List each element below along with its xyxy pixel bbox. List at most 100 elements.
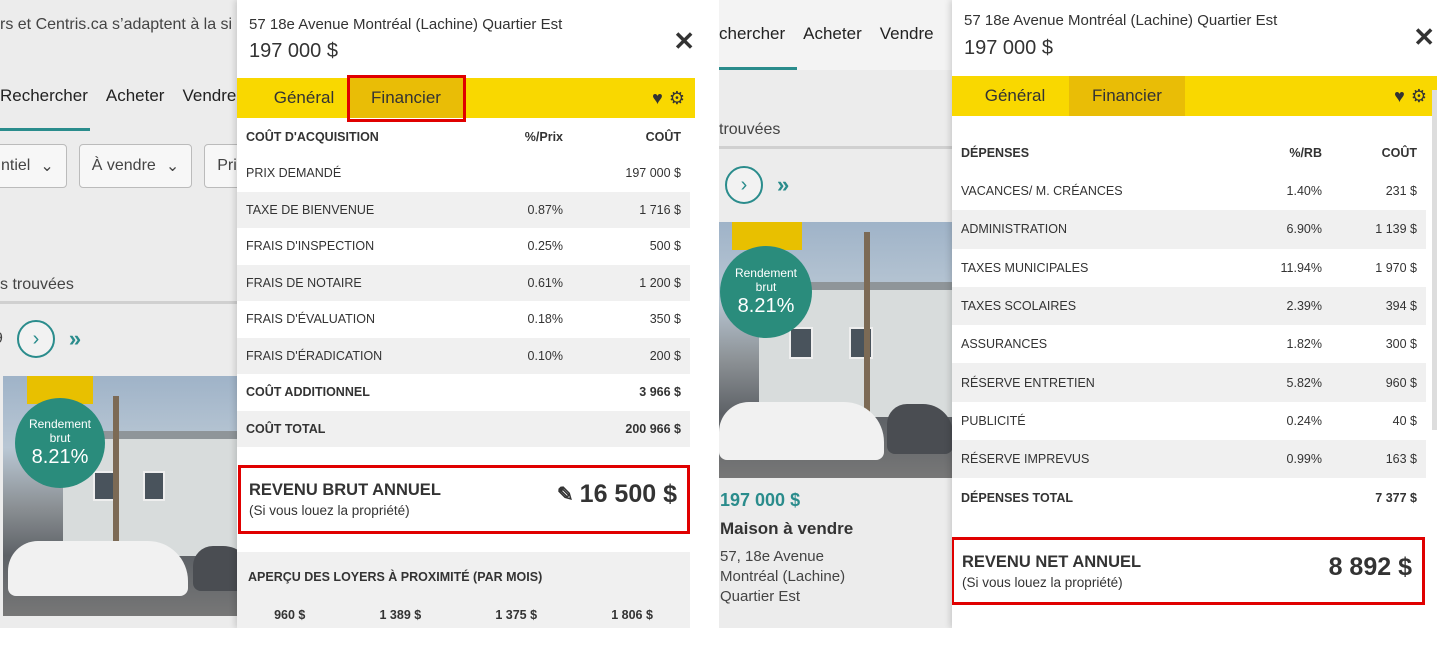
nav-active-underline (0, 128, 90, 131)
heart-icon[interactable]: ♥ (652, 88, 663, 109)
listing-photo[interactable]: Rendement brut 8.21% (3, 376, 237, 616)
pencil-icon[interactable]: ✎ (557, 482, 574, 507)
row-cost: 500 $ (649, 239, 681, 254)
nav-acheter[interactable]: Acheter (106, 86, 165, 106)
table-row: PRIX DEMANDÉ 197 000 $ (237, 155, 690, 192)
table-row: FRAIS DE NOTAIRE 0.61% 1 200 $ (237, 264, 690, 301)
rent-value: 1 389 $ (379, 608, 422, 622)
yield-badge-value: 8.21% (737, 295, 795, 317)
row-cost: 7 377 $ (1375, 490, 1417, 505)
col-header-pct: %/Prix (524, 130, 563, 144)
listing-address-line: 57, 18e Avenue (720, 548, 824, 565)
nav-acheter[interactable]: Acheter (803, 24, 862, 44)
chevron-right-icon[interactable]: › (16, 320, 55, 358)
table-row: TAXE DE BIENVENUE 0.87% 1 716 $ (237, 191, 690, 228)
panel-scrollbar[interactable] (1432, 90, 1437, 430)
col-header-cost: COÛT (1381, 146, 1417, 160)
property-price: 197 000 $ (249, 40, 338, 62)
row-cost: 960 $ (1385, 375, 1417, 390)
tab-financier[interactable]: Financier (1069, 76, 1185, 116)
pager: 9 › » (0, 320, 81, 358)
close-icon[interactable]: ✕ (1413, 22, 1435, 53)
row-pct: 0.87% (527, 202, 563, 217)
listing-card-info: 197 000 $ Maison à vendre 57, 18e Avenue… (720, 490, 853, 607)
row-pct: 1.40% (1286, 184, 1322, 199)
table-header-row: COÛT D'ACQUISITION %/Prix COÛT (237, 119, 690, 155)
row-cost: 1 200 $ (639, 275, 681, 290)
table-row-subtotal: COÛT ADDITIONNEL 3 966 $ (237, 374, 690, 411)
close-icon[interactable]: ✕ (673, 26, 695, 57)
table-row: FRAIS D'ÉRADICATION 0.10% 200 $ (237, 337, 690, 374)
row-label: VACANCES/ M. CRÉANCES (961, 184, 1123, 199)
results-divider (0, 301, 237, 304)
panel-tabbar: Général Financier ♥ ⚙ (237, 78, 695, 118)
expenses-table: DÉPENSES %/RB COÛT VACANCES/ M. CRÉANCES… (952, 134, 1426, 517)
double-chevron-right-icon[interactable]: » (777, 172, 789, 198)
tab-general[interactable]: Général (249, 78, 359, 118)
row-label: ADMINISTRATION (961, 222, 1068, 237)
nav-rechercher[interactable]: Rechercher (0, 86, 88, 106)
net-revenue-amount-group: 8 892 $ (1329, 553, 1412, 582)
pole-shape (113, 396, 119, 556)
gear-icon[interactable]: ⚙ (1411, 86, 1427, 107)
row-cost: 394 $ (1385, 299, 1417, 314)
panel-actions: ♥ ⚙ (1394, 76, 1427, 116)
main-nav: Rechercher Acheter Vendre (0, 86, 236, 106)
property-address: 57 18e Avenue Montréal (Lachine) Quartie… (964, 12, 1278, 29)
transaction-filter[interactable]: À vendre ⌄ (78, 144, 193, 188)
listing-photo[interactable]: Rendement brut 8.21% (719, 222, 952, 478)
row-cost: 197 000 $ (625, 166, 681, 181)
listing-address: 57, 18e Avenue Montréal (Lachine) Quarti… (720, 547, 853, 607)
highlight-financier-tab (347, 75, 466, 122)
property-price: 197 000 $ (964, 37, 1053, 59)
car-shape (887, 404, 952, 454)
page-number[interactable]: 9 (0, 330, 3, 348)
nav-vendre[interactable]: Vendre (182, 86, 236, 106)
table-row-total: DÉPENSES TOTAL 7 377 $ (952, 478, 1426, 516)
table-row: ASSURANCES 1.82% 300 $ (952, 325, 1426, 363)
yield-badge: Rendement brut 8.21% (15, 398, 105, 488)
col-header-label: DÉPENSES (961, 146, 1030, 160)
nearby-rents-values: 960 $ 1 389 $ 1 375 $ 1 806 $ (237, 608, 690, 622)
chevron-right-icon[interactable]: › (725, 166, 763, 204)
row-cost: 350 $ (649, 312, 681, 327)
listing-price[interactable]: 197 000 $ (720, 490, 853, 511)
col-header-cost: COÛT (645, 130, 681, 144)
heart-icon[interactable]: ♥ (1394, 86, 1405, 107)
table-row: PUBLICITÉ 0.24% 40 $ (952, 402, 1426, 440)
window-shape (93, 471, 115, 501)
net-revenue-amount: 8 892 $ (1328, 553, 1412, 581)
category-filter-label: ntiel (1, 157, 31, 174)
row-label: FRAIS D'ÉRADICATION (246, 348, 383, 363)
gross-revenue-amount-group: ✎ 16 500 $ (557, 480, 677, 509)
nearby-rents-title: APERÇU DES LOYERS À PROXIMITÉ (PAR MOIS) (248, 570, 543, 584)
row-pct: 0.18% (527, 312, 563, 327)
nav-vendre[interactable]: Vendre (880, 24, 934, 44)
table-row: TAXES SCOLAIRES 2.39% 394 $ (952, 286, 1426, 326)
table-row: FRAIS D'ÉVALUATION 0.18% 350 $ (237, 301, 690, 338)
row-label: RÉSERVE IMPREVUS (961, 452, 1090, 467)
row-label: FRAIS D'INSPECTION (246, 239, 375, 254)
nav-rechercher[interactable]: chercher (719, 24, 785, 44)
gear-icon[interactable]: ⚙ (669, 88, 685, 109)
gross-revenue-amount[interactable]: 16 500 $ (580, 480, 677, 509)
pager: › » (725, 166, 789, 204)
row-pct (482, 374, 572, 411)
rent-value: 960 $ (274, 608, 306, 622)
results-count: trouvées (719, 121, 781, 138)
table-row: TAXES MUNICIPALES 11.94% 1 970 $ (952, 249, 1426, 287)
net-revenue-box: REVENU NET ANNUEL (Si vous louez la prop… (952, 537, 1425, 605)
category-filter[interactable]: ntiel ⌄ (0, 144, 67, 188)
pole-shape (864, 232, 870, 412)
row-label: TAXE DE BIENVENUE (246, 202, 375, 217)
row-label: FRAIS D'ÉVALUATION (246, 312, 376, 327)
row-cost: 1 139 $ (1375, 222, 1417, 237)
car-shape (8, 541, 188, 596)
tab-general[interactable]: Général (962, 76, 1068, 116)
listing-type[interactable]: Maison à vendre (720, 519, 853, 539)
window-shape (789, 327, 813, 359)
row-label: ASSURANCES (961, 337, 1048, 352)
double-chevron-right-icon[interactable]: » (69, 326, 81, 352)
row-label: FRAIS DE NOTAIRE (246, 275, 362, 290)
table-row-total: COÛT TOTAL 200 966 $ (237, 410, 690, 447)
